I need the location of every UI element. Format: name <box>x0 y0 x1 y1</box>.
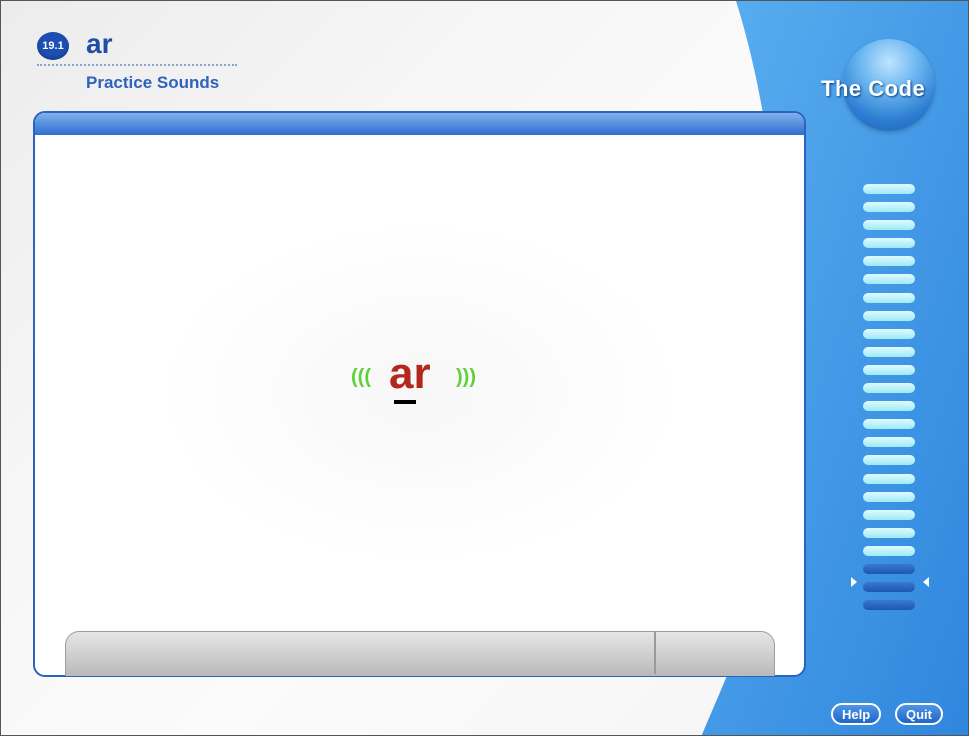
progress-rung <box>863 238 915 249</box>
progress-rung <box>863 473 915 484</box>
target-sound-text[interactable]: ar <box>389 350 431 398</box>
progress-rung <box>863 437 915 448</box>
progress-rung <box>863 256 915 267</box>
progress-rung <box>863 220 915 231</box>
activity-subtitle: Practice Sounds <box>86 73 220 92</box>
brand-title: The Code <box>821 76 926 101</box>
progress-rung <box>863 292 915 303</box>
progress-rung <box>863 419 915 430</box>
progress-rung <box>863 401 915 412</box>
progress-rung <box>863 582 915 593</box>
progress-rung <box>863 346 915 357</box>
progress-rung <box>863 491 915 502</box>
answer-tray <box>65 631 775 676</box>
progress-rung <box>863 600 915 611</box>
sound-wave-left-icon[interactable]: ((( <box>351 365 371 389</box>
lesson-number: 19.1 <box>42 40 64 52</box>
progress-rung <box>863 364 915 375</box>
progress-rung <box>863 202 915 213</box>
app-window: 19.1 ar Practice Sounds The Code ((( ar … <box>0 0 969 736</box>
progress-marker-right-icon <box>923 577 929 587</box>
progress-ladder <box>863 184 917 618</box>
progress-rung <box>863 328 915 339</box>
progress-rung <box>863 455 915 466</box>
help-button[interactable]: Help <box>831 703 882 725</box>
progress-rung-current <box>863 563 915 574</box>
progress-rung <box>863 509 915 520</box>
quit-button[interactable]: Quit <box>895 703 943 725</box>
progress-rung <box>863 527 915 538</box>
progress-marker-left-icon <box>851 577 857 587</box>
lesson-number-badge: 19.1 <box>37 32 69 60</box>
sound-wave-right-icon[interactable]: ))) <box>456 365 476 389</box>
letter-underline <box>394 400 416 404</box>
progress-rung <box>863 545 915 556</box>
header-divider <box>37 64 237 66</box>
answer-tray-divider <box>654 632 656 674</box>
lesson-sound-title: ar <box>86 28 113 59</box>
progress-rung <box>863 383 915 394</box>
progress-rung <box>863 310 915 321</box>
progress-rung <box>863 274 915 285</box>
progress-rung <box>863 184 915 194</box>
card-header-bar <box>35 113 804 135</box>
